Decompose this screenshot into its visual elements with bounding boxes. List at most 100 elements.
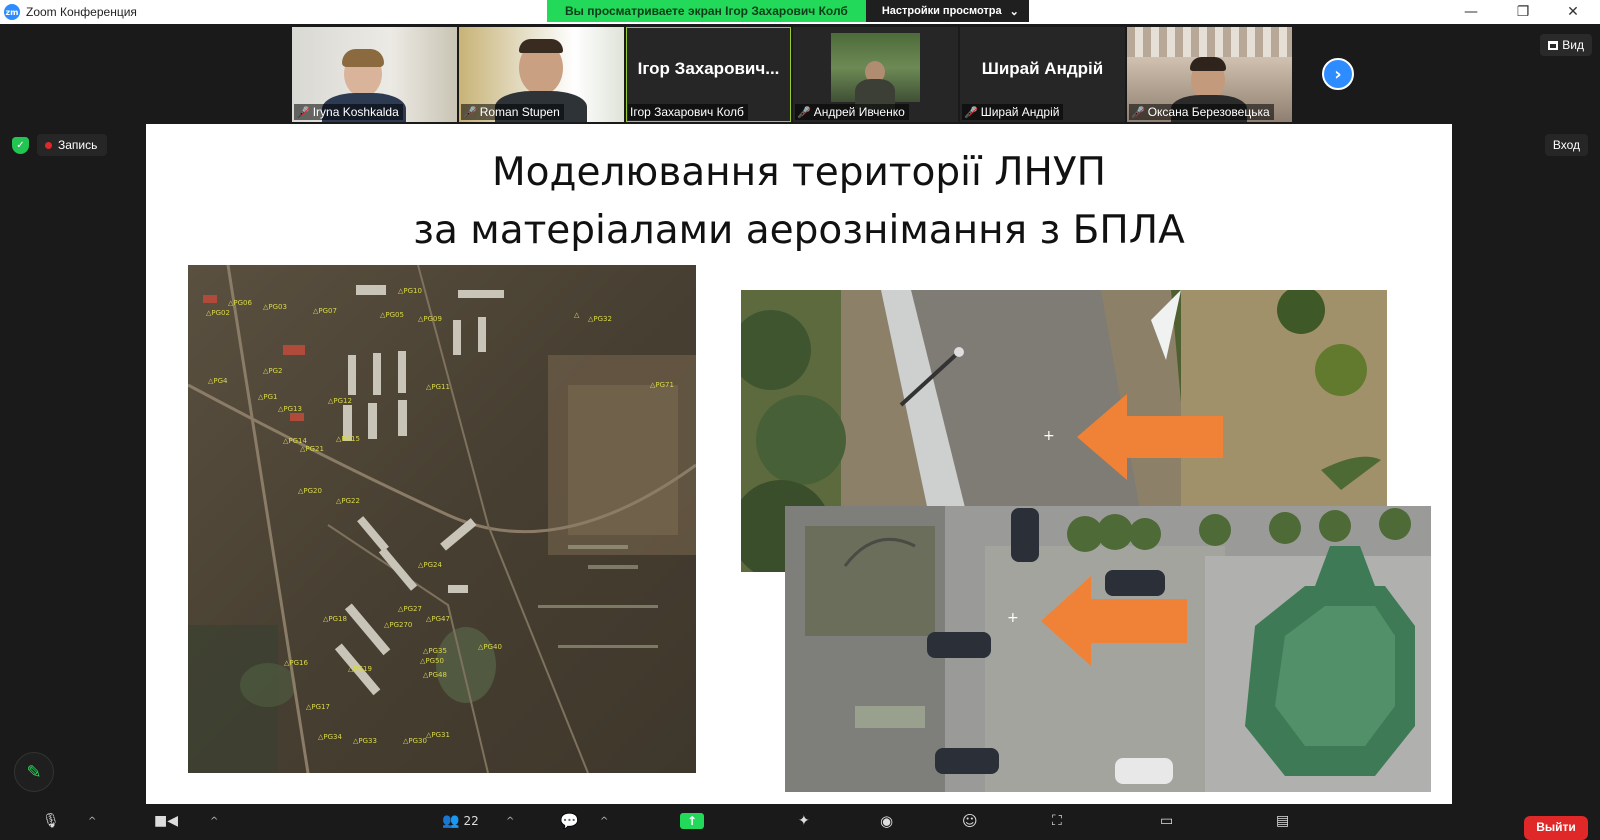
mic-off-icon: 🎙 — [42, 813, 60, 829]
svg-text:△PG13: △PG13 — [278, 405, 302, 413]
svg-text:△PG05: △PG05 — [380, 311, 404, 319]
mic-muted-icon: 🎤̸ — [296, 105, 310, 119]
audio-options-caret[interactable]: ^ — [88, 810, 96, 832]
focus-button[interactable]: ⛶ — [1052, 810, 1062, 832]
svg-text:+: + — [1043, 428, 1055, 444]
restore-button[interactable]: ❐ — [1500, 0, 1546, 24]
participant-tile[interactable]: 🎤̸ Андрей Ивченко — [793, 27, 958, 122]
record-icon: ◉ — [880, 812, 894, 830]
annotate-pencil-button[interactable]: ✎ — [14, 752, 54, 792]
next-participants-button[interactable]: › — [1322, 58, 1354, 90]
minimize-icon: — — [1464, 4, 1478, 20]
svg-text:△PG4: △PG4 — [208, 377, 228, 385]
svg-text:△PG19: △PG19 — [348, 665, 372, 673]
chevron-right-icon: › — [1334, 63, 1342, 85]
share-screen-icon: ↑ — [680, 813, 704, 829]
monitor-icon: ▭ — [1160, 813, 1174, 829]
shield-icon[interactable]: ✓ — [12, 136, 29, 154]
participant-label: 🎤̸ Ширай Андрій — [962, 104, 1064, 120]
meeting-toolbar: 🎙 ^ ■◀ ^ 👥 22 ^ 💬 ^ ↑ ✦ ◉ ☺ ⛶ ▭ ▤ — [0, 808, 1600, 833]
participant-big-name: Ширай Андрій — [981, 59, 1104, 78]
restore-icon: ❐ — [1516, 4, 1530, 20]
recording-label: Запись — [58, 138, 98, 152]
pencil-icon: ✎ — [26, 761, 42, 783]
participants-count: 22 — [463, 814, 479, 828]
svg-text:△PG27: △PG27 — [398, 605, 422, 613]
participant-tile[interactable]: Ширай Андрій 🎤̸ Ширай Андрій — [960, 27, 1125, 122]
participants-icon: 👥 — [442, 813, 460, 829]
participant-name: Roman Stupen — [479, 105, 560, 119]
chevron-down-icon: ⌄ — [1009, 5, 1019, 18]
mic-muted-icon: 🎤̸ — [1131, 105, 1145, 119]
svg-text:△PG48: △PG48 — [423, 671, 447, 679]
svg-text:△PG18: △PG18 — [323, 615, 347, 623]
view-button[interactable]: Вид — [1540, 34, 1592, 56]
svg-text:△PG09: △PG09 — [418, 315, 442, 323]
slide-title-line1: Моделювання території ЛНУП — [492, 150, 1106, 195]
svg-text:△PG15: △PG15 — [336, 435, 360, 443]
chat-options-caret[interactable]: ^ — [600, 810, 608, 832]
svg-text:△PG07: △PG07 — [313, 307, 337, 315]
share-screen-button[interactable]: ↑ — [680, 810, 704, 832]
share-banner: Вы просматриваете экран Ігор Захарович К… — [547, 0, 1029, 22]
participant-name: Андрей Ивченко — [813, 105, 905, 119]
svg-text:△PG21: △PG21 — [300, 445, 324, 453]
participants-options-caret[interactable]: ^ — [506, 810, 514, 832]
svg-text:△PG1: △PG1 — [258, 393, 277, 401]
svg-text:△PG32: △PG32 — [588, 315, 612, 323]
svg-text:△: △ — [574, 311, 580, 319]
svg-text:△PG16: △PG16 — [284, 659, 308, 667]
svg-text:△PG14: △PG14 — [283, 437, 307, 445]
participant-tile[interactable]: 🎤̸ Roman Stupen — [459, 27, 624, 122]
participant-label: 🎤̸ Андрей Ивченко — [795, 104, 909, 120]
slide-title: Моделювання території ЛНУП за матеріалам… — [146, 144, 1452, 260]
mic-muted-icon: 🎤̸ — [463, 105, 477, 119]
minimize-button[interactable]: — — [1448, 0, 1494, 24]
recording-status: ✓ Запись — [12, 134, 108, 156]
participant-label: Ігор Захарович Колб — [628, 104, 748, 120]
whiteboard-button[interactable]: ▭ — [1160, 810, 1173, 832]
close-window-button[interactable]: ✕ — [1550, 0, 1596, 24]
video-options-caret[interactable]: ^ — [210, 810, 218, 832]
leave-button[interactable]: Выйти — [1524, 816, 1588, 840]
svg-text:△PG2: △PG2 — [263, 367, 282, 375]
orange-arrow-icon — [1077, 394, 1223, 480]
participant-tile[interactable]: 🎤̸ Iryna Koshkalda — [292, 27, 457, 122]
focus-frame-icon: ⛶ — [1052, 813, 1062, 829]
reactions-button[interactable]: ☺ — [962, 810, 978, 832]
notes-button[interactable]: ▤ — [1276, 810, 1289, 832]
svg-text:△PG50: △PG50 — [420, 657, 444, 665]
view-settings-button[interactable]: Настройки просмотра ⌄ — [865, 0, 1029, 22]
zoom-logo-icon: zm — [4, 4, 20, 20]
satellite-image: △PG10 △PG06 △PG03 △PG02 △PG07 △PG05 △PG09 △PG… — [188, 265, 696, 773]
chat-icon: 💬 — [560, 812, 579, 830]
satellite-image-graphic: △PG10 △PG06 △PG03 △PG02 △PG07 △PG05 △PG09 △PG… — [188, 265, 696, 773]
recording-indicator[interactable]: Запись — [37, 134, 108, 156]
mute-button[interactable]: 🎙 — [42, 810, 60, 832]
svg-text:△PG17: △PG17 — [306, 703, 330, 711]
participant-tile-active[interactable]: Ігор Захарович... Ігор Захарович Колб — [626, 27, 791, 122]
svg-text:△PG06: △PG06 — [228, 299, 252, 307]
video-button[interactable]: ■◀ — [154, 810, 178, 832]
participant-label: 🎤̸ Roman Stupen — [461, 104, 564, 120]
svg-text:△PG33: △PG33 — [353, 737, 377, 745]
apps-button[interactable]: ✦ — [798, 810, 810, 832]
login-button[interactable]: Вход — [1544, 134, 1588, 156]
participant-tile[interactable]: 🎤̸ Оксана Березовецька — [1127, 27, 1292, 122]
participant-name: Ширай Андрій — [980, 105, 1060, 119]
title-bar: zm Zoom Конференция Вы просматриваете эк… — [0, 0, 1600, 24]
video-camera-icon: ■◀ — [154, 813, 178, 829]
svg-text:△PG12: △PG12 — [328, 397, 352, 405]
recording-dot-icon — [45, 141, 52, 149]
svg-text:△PG35: △PG35 — [423, 647, 447, 655]
svg-text:△PG71: △PG71 — [650, 381, 674, 389]
orange-arrow-icon — [1041, 576, 1187, 666]
close-icon: ✕ — [1567, 4, 1579, 20]
participant-name: Оксана Березовецька — [1147, 105, 1270, 119]
participant-label: 🎤̸ Iryna Koshkalda — [294, 104, 403, 120]
caret-up-icon: ^ — [600, 815, 609, 827]
record-button[interactable]: ◉ — [880, 810, 893, 832]
svg-text:△PG34: △PG34 — [318, 733, 342, 741]
chat-button[interactable]: 💬 — [560, 810, 579, 832]
participants-button[interactable]: 👥 22 — [442, 810, 479, 832]
